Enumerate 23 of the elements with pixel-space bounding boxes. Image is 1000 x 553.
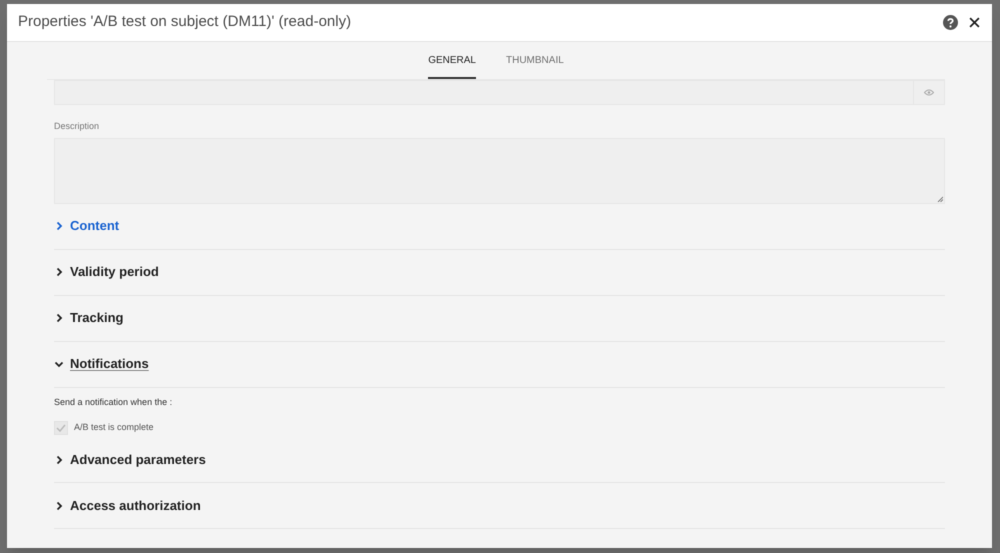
chevron-right-icon: [54, 221, 64, 231]
section-header[interactable]: Tracking: [54, 296, 945, 342]
section-header[interactable]: Validity period: [54, 250, 945, 296]
field-label: Description: [54, 120, 100, 133]
resize-handle-icon[interactable]: [937, 196, 943, 202]
chevron-down-icon: [54, 359, 64, 369]
section-header[interactable]: Content: [54, 204, 945, 250]
text-field[interactable]: [54, 80, 945, 105]
check-icon: [56, 424, 66, 432]
chevron-right-icon: [54, 500, 64, 510]
section-header[interactable]: Advanced parameters: [54, 437, 945, 483]
tab[interactable]: THUMBNAIL: [506, 42, 564, 79]
chevron-right-icon: [54, 313, 64, 323]
close-icon[interactable]: [969, 17, 980, 28]
chevron-right-icon: [54, 454, 64, 464]
chevron-right-icon: [54, 267, 64, 277]
help-icon[interactable]: [943, 15, 958, 30]
notification-text: Send a notification when the :: [54, 396, 174, 408]
eye-icon: [924, 89, 934, 96]
dialog-title: Properties 'A/B test on subject (DM11)' (read-only): [18, 12, 352, 32]
section-header[interactable]: Access authorization: [54, 483, 945, 529]
section-header[interactable]: Notifications: [54, 342, 945, 388]
description-field[interactable]: [54, 138, 945, 204]
